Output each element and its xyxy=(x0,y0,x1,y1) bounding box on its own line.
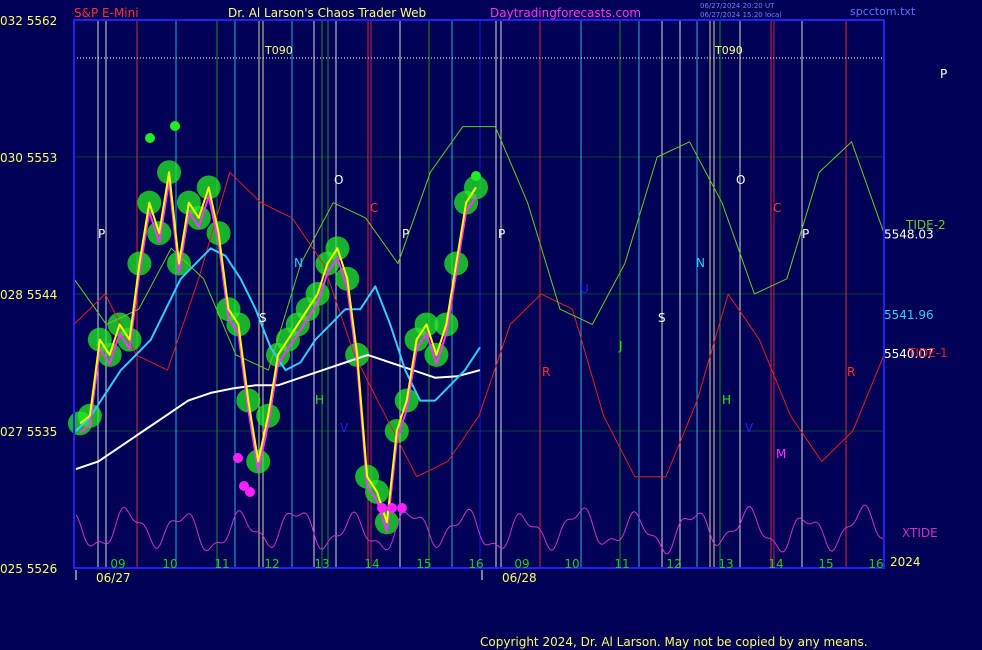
marker-dot xyxy=(170,121,180,131)
file-name: spcctom.txt xyxy=(850,5,916,18)
planet-letter: S xyxy=(658,311,666,325)
x-hour-label: 16 xyxy=(868,557,883,571)
series-label: TIDE-2 xyxy=(905,218,946,232)
x-hour-label: 09 xyxy=(110,557,125,571)
x-hour-label: 09 xyxy=(514,557,529,571)
x-hour-label: 15 xyxy=(818,557,833,571)
planet-letter: C xyxy=(773,201,781,215)
level-label: T090 xyxy=(714,44,743,57)
planet-letter: N xyxy=(696,256,705,270)
planet-letter: P xyxy=(98,227,105,241)
planet-letter: J xyxy=(618,339,623,353)
marker-dot xyxy=(377,503,387,513)
planet-letter: O xyxy=(736,173,745,187)
level-label: T090 xyxy=(264,44,293,57)
series-label: TIDE-1 xyxy=(907,346,948,360)
series-label: XTIDE xyxy=(902,526,938,540)
planet-letter: H xyxy=(315,393,324,407)
planet-letter: H xyxy=(722,393,731,407)
planet-letter: S xyxy=(259,311,267,325)
y-tick-label: 025 5526 xyxy=(0,562,57,576)
instrument-title: S&P E-Mini xyxy=(74,6,139,20)
year-label: 2024 xyxy=(890,555,921,569)
planet-letter: O xyxy=(334,173,343,187)
planet-letter: P xyxy=(498,227,505,241)
planet-letter: P xyxy=(940,67,947,81)
planet-letter: N xyxy=(294,256,303,270)
price-label: 5541.96 xyxy=(884,308,934,322)
planet-letter: V xyxy=(340,421,349,435)
x-hour-label: 15 xyxy=(416,557,431,571)
chaos-trader-chart: 032 5562 030 5553 028 5544 027 5535 025 5526… xyxy=(0,0,982,650)
x-hour-label: 16 xyxy=(468,557,483,571)
marker-dot xyxy=(145,133,155,143)
x-hour-label: 11 xyxy=(614,557,629,571)
x-hour-label: 10 xyxy=(162,557,177,571)
x-hour-label: 13 xyxy=(718,557,733,571)
x-hour-label: 12 xyxy=(264,557,279,571)
marker-dot xyxy=(397,503,407,513)
x-date-label: 06/28 xyxy=(502,571,537,585)
y-tick-label: 030 5553 xyxy=(0,151,57,165)
planet-letter: U xyxy=(580,282,589,296)
planet-letter: R xyxy=(847,365,855,379)
chart-title: Dr. Al Larson's Chaos Trader Web xyxy=(228,6,426,20)
y-tick-label: 028 5544 xyxy=(0,288,57,302)
x-hour-label: 10 xyxy=(564,557,579,571)
planet-letter: P xyxy=(402,227,409,241)
y-tick-label: 032 5562 xyxy=(0,14,57,28)
chart-background xyxy=(0,0,982,650)
timestamp-ut: 06/27/2024 20:20 UT xyxy=(700,2,775,10)
copyright: Copyright 2024, Dr. Al Larson. May not b… xyxy=(480,635,868,649)
x-hour-label: 14 xyxy=(364,557,379,571)
planet-letter: V xyxy=(745,421,754,435)
marker-dot xyxy=(233,453,243,463)
x-date-label: 06/27 xyxy=(96,571,131,585)
site-link[interactable]: Daytradingforecasts.com xyxy=(490,6,641,20)
marker-dot xyxy=(245,487,255,497)
y-tick-label: 027 5535 xyxy=(0,425,57,439)
marker-dot xyxy=(387,503,397,513)
timestamp-local: 06/27/2024 15:20 local xyxy=(700,11,781,19)
planet-letter: C xyxy=(370,201,378,215)
x-hour-label: 14 xyxy=(768,557,783,571)
x-hour-label: 11 xyxy=(214,557,229,571)
planet-letter: M xyxy=(776,447,786,461)
x-hour-label: 12 xyxy=(666,557,681,571)
marker-dot xyxy=(471,171,481,181)
planet-letter: P xyxy=(802,227,809,241)
x-hour-label: 13 xyxy=(314,557,329,571)
planet-letter: R xyxy=(542,365,550,379)
